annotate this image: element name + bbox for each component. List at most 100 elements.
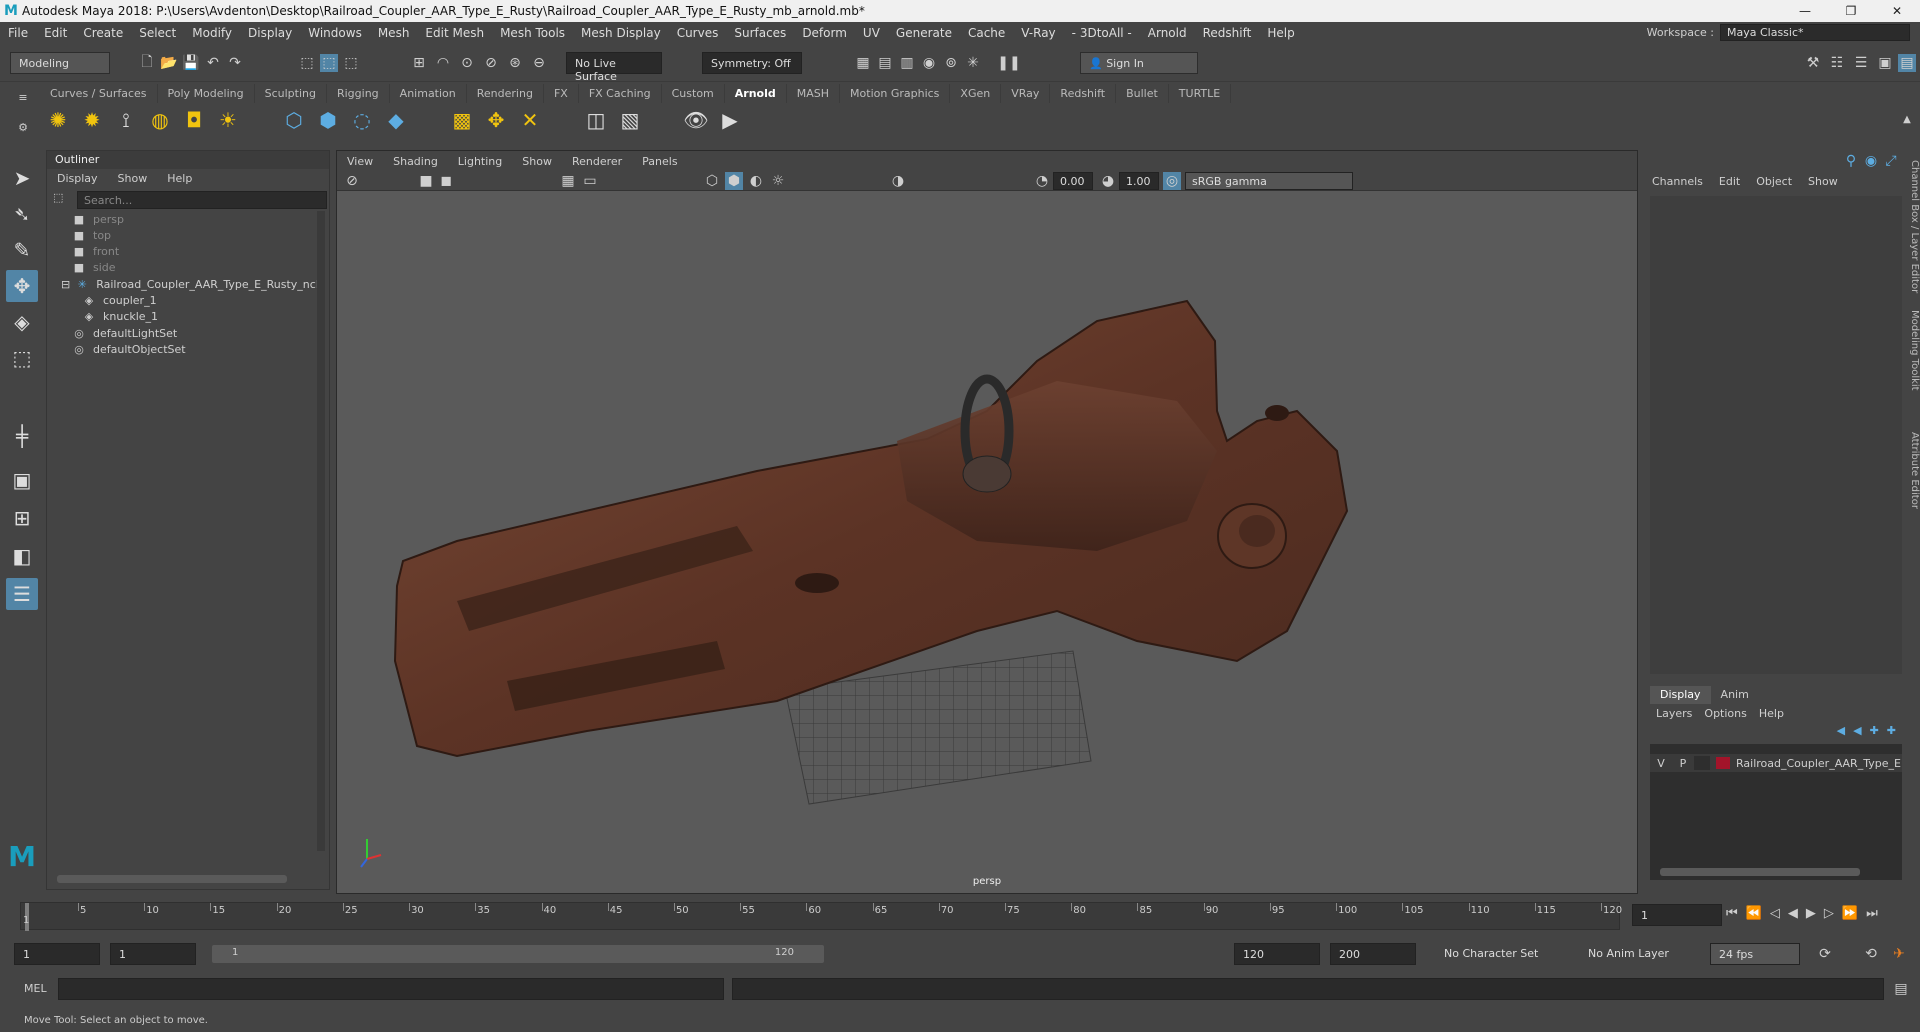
- volume-icon[interactable]: ◆: [382, 106, 410, 134]
- wireframe-icon[interactable]: ⬡: [703, 172, 721, 190]
- collapse-icon[interactable]: ⊟: [61, 278, 70, 291]
- camera-bookmark-icon[interactable]: ◼: [437, 172, 455, 190]
- shelf-tab-turtle[interactable]: TURTLE: [1168, 84, 1232, 103]
- layer-playback-toggle[interactable]: P: [1672, 757, 1694, 770]
- search-options-icon[interactable]: ⬚: [53, 191, 63, 204]
- shelf-tab-rendering[interactable]: Rendering: [466, 84, 544, 103]
- color-space-dropdown[interactable]: sRGB gamma: [1185, 172, 1353, 190]
- shelf-tab-poly-modeling[interactable]: Poly Modeling: [157, 84, 255, 103]
- shelf-options-icon[interactable]: ⚙: [14, 118, 32, 136]
- undo-icon[interactable]: ↶: [204, 54, 222, 72]
- menu-edit-mesh[interactable]: Edit Mesh: [417, 26, 492, 40]
- snap-surface-icon[interactable]: ⊛: [506, 54, 524, 72]
- shelf-tab-sculpting[interactable]: Sculpting: [254, 84, 327, 103]
- menu-set-dropdown[interactable]: Modeling: [10, 52, 110, 74]
- arnold-renderview-icon[interactable]: 👁: [682, 106, 710, 134]
- scale-tool-icon[interactable]: ⬚: [6, 342, 38, 374]
- menu-v-ray[interactable]: V-Ray: [1013, 26, 1063, 40]
- script-editor-icon[interactable]: ▤: [1892, 980, 1910, 998]
- channel-box-toggle-icon[interactable]: ⚲: [1842, 152, 1860, 170]
- menu-redshift[interactable]: Redshift: [1195, 26, 1260, 40]
- loop-icon[interactable]: ⟳: [1816, 945, 1834, 963]
- exposure-field[interactable]: 0.00: [1053, 172, 1093, 190]
- paint-select-tool-icon[interactable]: ✎: [6, 234, 38, 266]
- layer-editor-toggle-icon[interactable]: ◉: [1862, 152, 1880, 170]
- flush-textures-icon[interactable]: ✥: [482, 106, 510, 134]
- layers-menu-options[interactable]: Options: [1698, 707, 1752, 720]
- menu-deform[interactable]: Deform: [794, 26, 855, 40]
- auto-key-icon[interactable]: ⟲: [1862, 945, 1880, 963]
- outliner-menu-show[interactable]: Show: [108, 172, 158, 185]
- exposure-icon[interactable]: ◔: [1033, 172, 1051, 190]
- menu-mesh[interactable]: Mesh: [370, 26, 418, 40]
- timeline-bar[interactable]: 1 5 10 15 20 25 30 35 40 45 50 55 60 65 70 75 80 85 90 95 1…: [20, 902, 1622, 931]
- menu-mesh-display[interactable]: Mesh Display: [573, 26, 669, 40]
- shelf-tab-fx-caching[interactable]: FX Caching: [578, 84, 662, 103]
- layer-editor-icon[interactable]: ▤: [1898, 54, 1916, 72]
- lighting-icon[interactable]: ☼: [769, 172, 787, 190]
- ipr-render-icon[interactable]: ▤: [876, 54, 894, 72]
- tab-anim[interactable]: Anim: [1711, 686, 1759, 704]
- outliner-layout-icon[interactable]: ☰: [6, 578, 38, 610]
- new-layer-icon[interactable]: ✚: [1870, 724, 1879, 737]
- redo-icon[interactable]: ↷: [226, 54, 244, 72]
- layer-row[interactable]: V P Railroad_Coupler_AAR_Type_E: [1650, 754, 1902, 772]
- layer-visibility-toggle[interactable]: V: [1650, 757, 1672, 770]
- layers-menu-layers[interactable]: Layers: [1650, 707, 1698, 720]
- menu-edit[interactable]: Edit: [36, 26, 75, 40]
- rotate-tool-icon[interactable]: ◈: [6, 306, 38, 338]
- scene-start-field[interactable]: 1: [14, 943, 100, 965]
- play-backward-icon[interactable]: ◀: [1788, 906, 1798, 921]
- single-perspective-layout-icon[interactable]: ▣: [6, 464, 38, 496]
- menu-generate[interactable]: Generate: [888, 26, 960, 40]
- snap-curve-icon[interactable]: ◠: [434, 54, 452, 72]
- side-tab-channel-box[interactable]: Channel Box / Layer Editor: [1906, 160, 1920, 293]
- standin-export-icon[interactable]: ⬢: [314, 106, 342, 134]
- menu-select[interactable]: Select: [131, 26, 184, 40]
- shelf-tab-redshift[interactable]: Redshift: [1050, 84, 1117, 103]
- move-tool-icon[interactable]: ✥: [6, 270, 38, 302]
- layer-type-toggle[interactable]: [1694, 756, 1710, 770]
- render-settings-icon[interactable]: ▥: [898, 54, 916, 72]
- viewport-menu-panels[interactable]: Panels: [632, 155, 687, 168]
- character-set-dropdown[interactable]: No Character Set: [1436, 943, 1556, 965]
- textured-icon[interactable]: ◐: [747, 172, 765, 190]
- viewport-menu-show[interactable]: Show: [512, 155, 562, 168]
- arnold-materials-icon[interactable]: ▧: [616, 106, 644, 134]
- gamma-field[interactable]: 1.00: [1119, 172, 1159, 190]
- playback-end-field[interactable]: 120: [1234, 943, 1320, 965]
- viewport-menu-renderer[interactable]: Renderer: [562, 155, 632, 168]
- snap-point-icon[interactable]: ⊙: [458, 54, 476, 72]
- menu-file[interactable]: File: [0, 26, 36, 40]
- standin-create-icon[interactable]: ⬡: [280, 106, 308, 134]
- snap-view-icon[interactable]: ⊘: [482, 54, 500, 72]
- save-scene-icon[interactable]: 💾: [182, 54, 200, 72]
- camera-icon[interactable]: ■: [417, 172, 435, 190]
- layers-menu-help[interactable]: Help: [1753, 707, 1790, 720]
- two-pane-layout-icon[interactable]: ◧: [6, 540, 38, 572]
- step-back-key-icon[interactable]: ⏪: [1746, 906, 1762, 921]
- menu-windows[interactable]: Windows: [300, 26, 370, 40]
- expand-panel-icon[interactable]: ⤢: [1882, 152, 1900, 170]
- fps-dropdown[interactable]: 24 fps: [1710, 943, 1800, 965]
- shelf-tab-mash[interactable]: MASH: [786, 84, 841, 103]
- playback-start-field[interactable]: 1: [110, 943, 196, 965]
- hypershade-icon[interactable]: ◉: [920, 54, 938, 72]
- open-scene-icon[interactable]: 📂: [160, 54, 178, 72]
- go-to-start-icon[interactable]: ⏮: [1726, 906, 1738, 921]
- script-language-label[interactable]: MEL: [24, 982, 47, 995]
- tool-settings-icon[interactable]: ☰: [1852, 54, 1870, 72]
- select-object-icon[interactable]: ⬚: [320, 54, 338, 72]
- new-layer-selected-icon[interactable]: ✚: [1887, 724, 1896, 737]
- smooth-shade-icon[interactable]: ⬢: [725, 172, 743, 190]
- pause-icon[interactable]: ❚❚: [997, 54, 1020, 72]
- live-surface-field[interactable]: No Live Surface: [566, 52, 662, 83]
- xray-icon[interactable]: ◑: [889, 172, 907, 190]
- modeling-toolkit-icon[interactable]: ⚒: [1804, 54, 1822, 72]
- channels-menu-object[interactable]: Object: [1748, 175, 1800, 188]
- outliner-hscrollbar[interactable]: [57, 875, 287, 883]
- menu-help[interactable]: Help: [1259, 26, 1302, 40]
- area-light-icon[interactable]: ✺: [44, 106, 72, 134]
- viewport-menu-view[interactable]: View: [337, 155, 383, 168]
- outliner-search-input[interactable]: Search...: [77, 191, 327, 209]
